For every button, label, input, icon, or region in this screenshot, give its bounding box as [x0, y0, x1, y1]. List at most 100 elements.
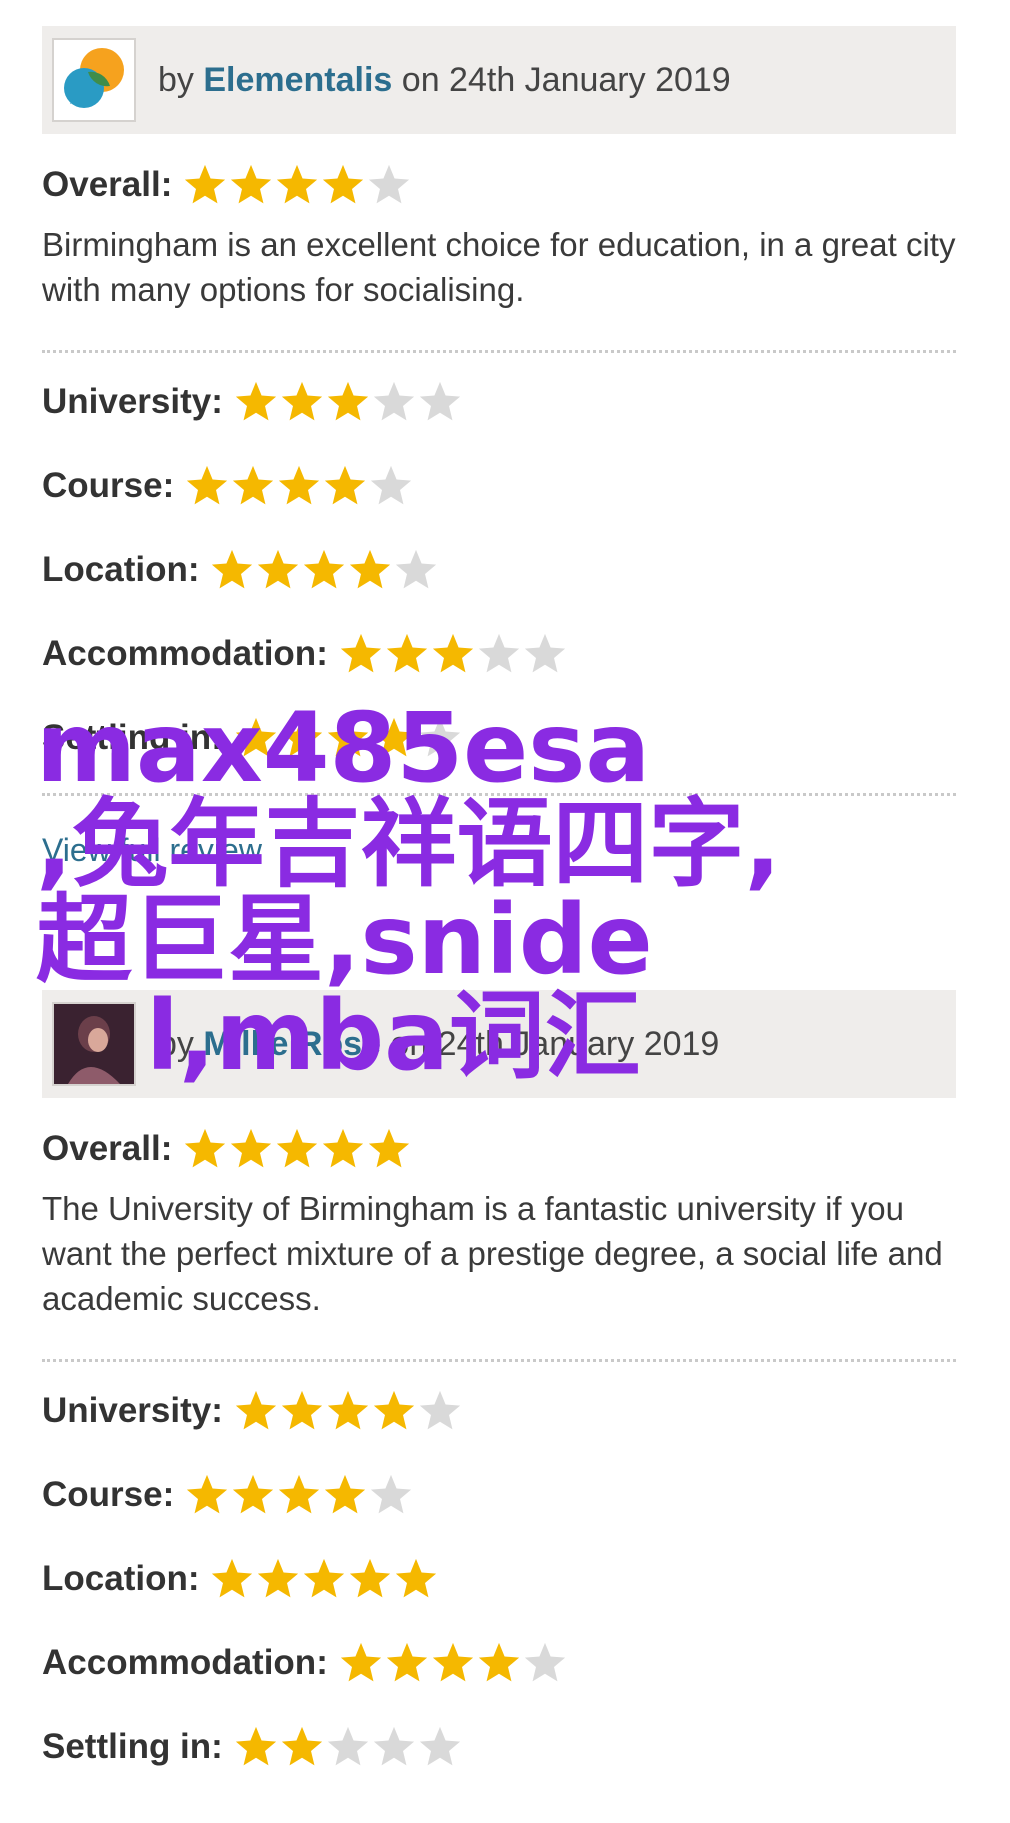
star-filled-icon — [277, 1128, 318, 1168]
speech-bubbles-logo-icon — [64, 48, 124, 108]
rating-label: University: — [42, 382, 223, 421]
star-rating — [338, 1640, 568, 1686]
star-filled-icon — [235, 1726, 276, 1766]
star-filled-icon — [258, 1558, 299, 1598]
author-link[interactable]: Elementalis — [203, 61, 392, 99]
star-filled-icon — [340, 1642, 381, 1682]
star-filled-icon — [281, 381, 323, 421]
star-rating — [233, 715, 463, 761]
user-photo-icon — [54, 1004, 134, 1084]
star-empty-icon — [478, 633, 519, 673]
star-filled-icon — [231, 164, 272, 204]
star-filled-icon — [281, 1726, 322, 1766]
star-rating — [182, 162, 412, 208]
star-filled-icon — [350, 549, 391, 589]
star-rating — [182, 1126, 412, 1172]
review-date: on 24th January 2019 — [392, 60, 731, 99]
overall-rating-row: Overall: — [42, 1120, 956, 1178]
rating-row-university: University: — [42, 373, 956, 431]
star-filled-icon — [327, 1390, 369, 1430]
star-filled-icon — [386, 633, 427, 673]
star-filled-icon — [279, 465, 320, 505]
review-date: on 24th January 2019 — [380, 1024, 720, 1063]
star-filled-icon — [235, 1390, 277, 1430]
view-full-review-link[interactable]: View full review — [42, 832, 956, 869]
star-filled-icon — [187, 1474, 228, 1514]
rating-label: Settling in: — [42, 1727, 223, 1766]
star-filled-icon — [281, 1390, 323, 1430]
star-filled-icon — [350, 1558, 391, 1598]
rating-row-course: Course: — [42, 1466, 956, 1524]
author-link[interactable]: Millie Rose — [203, 1025, 381, 1063]
star-filled-icon — [233, 465, 274, 505]
star-rating — [184, 1472, 414, 1518]
review-header: by Millie Rose on 24th January 2019 — [42, 990, 956, 1098]
star-empty-icon — [373, 381, 415, 421]
star-filled-icon — [340, 633, 381, 673]
star-filled-icon — [277, 164, 318, 204]
star-empty-icon — [419, 1726, 460, 1766]
star-filled-icon — [323, 164, 364, 204]
star-rating — [338, 631, 568, 677]
star-filled-icon — [258, 549, 299, 589]
star-empty-icon — [371, 1474, 412, 1514]
star-filled-icon — [212, 549, 253, 589]
star-filled-icon — [373, 717, 414, 757]
star-filled-icon — [231, 1128, 272, 1168]
rating-label: Course: — [42, 1475, 175, 1514]
rating-row-accommodation: Accommodation: — [42, 1634, 956, 1692]
review-text: Birmingham is an excellent choice for ed… — [42, 226, 956, 308]
star-filled-icon — [187, 465, 228, 505]
star-filled-icon — [327, 381, 369, 421]
star-empty-icon — [524, 1642, 565, 1682]
review-card: by Elementalis on 24th January 2019 Over… — [42, 26, 956, 869]
star-rating — [233, 1388, 463, 1434]
star-rating — [209, 547, 439, 593]
star-filled-icon — [235, 381, 277, 421]
star-empty-icon — [371, 465, 412, 505]
review-byline: by Millie Rose on 24th January 2019 — [158, 1025, 719, 1064]
review-card: by Millie Rose on 24th January 2019 Over… — [42, 990, 956, 1776]
star-filled-icon — [478, 1642, 519, 1682]
rating-label: Accommodation: — [42, 634, 328, 673]
star-filled-icon — [327, 717, 368, 757]
star-rating — [209, 1556, 439, 1602]
star-filled-icon — [185, 1128, 226, 1168]
star-filled-icon — [432, 1642, 473, 1682]
star-empty-icon — [524, 633, 565, 673]
review-header: by Elementalis on 24th January 2019 — [42, 26, 956, 134]
star-filled-icon — [386, 1642, 427, 1682]
star-filled-icon — [325, 465, 366, 505]
overall-rating-row: Overall: — [42, 156, 956, 214]
avatar[interactable] — [52, 38, 136, 122]
star-empty-icon — [419, 1390, 461, 1430]
rating-row-accommodation: Accommodation: — [42, 625, 956, 683]
by-prefix: by — [158, 60, 204, 99]
rating-label: Location: — [42, 550, 200, 589]
by-prefix: by — [158, 1024, 204, 1063]
rating-label: University: — [42, 1391, 223, 1430]
overall-label: Overall: — [42, 165, 173, 204]
star-filled-icon — [373, 1390, 415, 1430]
star-filled-icon — [185, 164, 226, 204]
review-text: The University of Birmingham is a fantas… — [42, 1190, 943, 1317]
star-filled-icon — [235, 717, 276, 757]
star-filled-icon — [233, 1474, 274, 1514]
star-filled-icon — [304, 549, 345, 589]
rating-label: Accommodation: — [42, 1643, 328, 1682]
rating-label: Course: — [42, 466, 175, 505]
star-filled-icon — [369, 1128, 410, 1168]
avatar[interactable] — [52, 1002, 136, 1086]
star-filled-icon — [279, 1474, 320, 1514]
star-empty-icon — [369, 164, 410, 204]
star-empty-icon — [396, 549, 437, 589]
star-filled-icon — [281, 717, 322, 757]
star-rating — [233, 1724, 463, 1770]
rating-row-location: Location: — [42, 541, 956, 599]
watermark-line: 超巨星,snide — [36, 884, 653, 996]
star-rating — [184, 463, 414, 509]
star-empty-icon — [373, 1726, 414, 1766]
star-filled-icon — [432, 633, 473, 673]
star-empty-icon — [327, 1726, 368, 1766]
star-filled-icon — [304, 1558, 345, 1598]
